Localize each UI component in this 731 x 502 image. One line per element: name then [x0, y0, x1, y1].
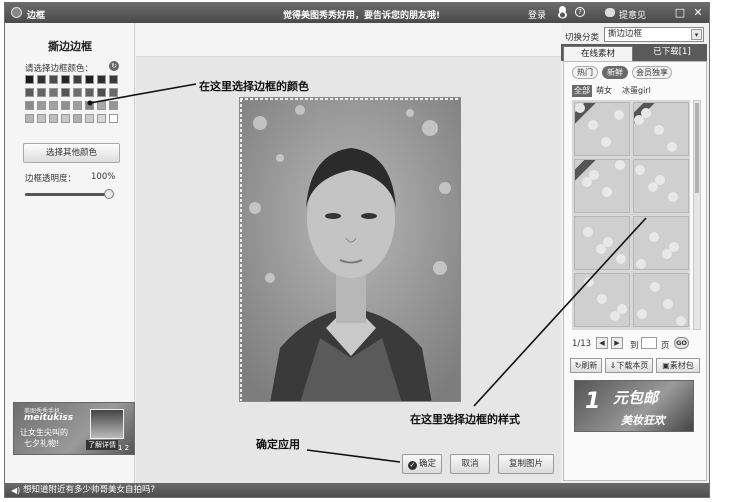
apply-callout-line — [306, 449, 401, 463]
annotation-style: 在这里选择边框的样式 — [410, 413, 520, 426]
color-callout-line — [89, 83, 197, 104]
annotation-apply: 确定应用 — [256, 438, 300, 451]
annotation-color: 在这里选择边框的颜色 — [199, 80, 309, 93]
style-callout-line — [473, 217, 647, 407]
color-callout-dot — [87, 100, 93, 106]
annotation-lines — [87, 83, 647, 463]
